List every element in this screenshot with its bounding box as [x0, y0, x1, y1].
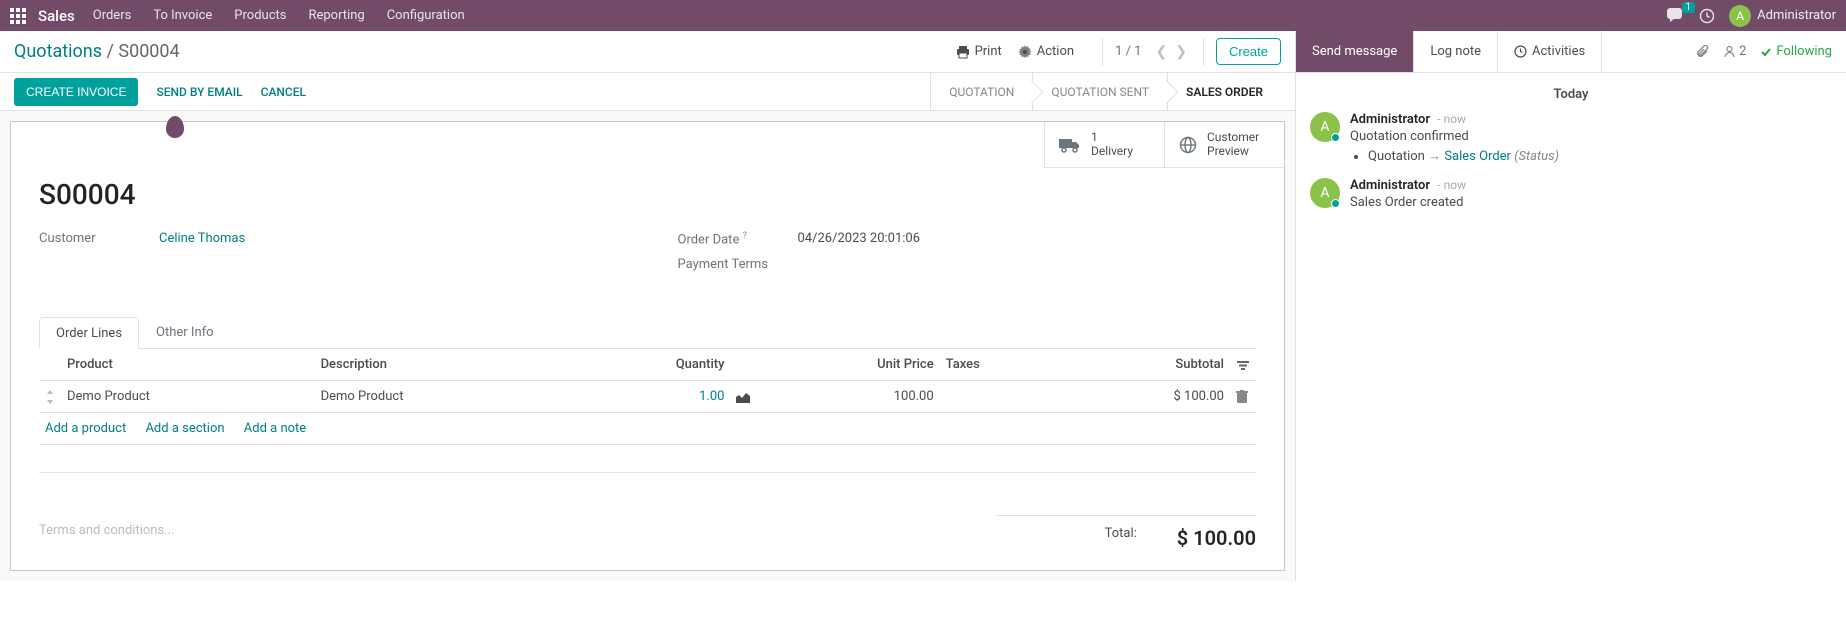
- messaging-icon[interactable]: 1: [1667, 8, 1685, 24]
- col-subtotal[interactable]: Subtotal: [1063, 349, 1230, 381]
- message-time: - now: [1437, 178, 1466, 192]
- chatter-message: A Administrator - now Quotation confirme…: [1310, 112, 1832, 164]
- user-menu[interactable]: A Administrator: [1729, 5, 1836, 27]
- clock-icon: [1514, 45, 1527, 58]
- log-note-button[interactable]: Log note: [1414, 31, 1498, 72]
- col-quantity[interactable]: Quantity: [568, 349, 730, 381]
- add-product-link[interactable]: Add a product: [45, 421, 126, 436]
- order-title: S00004: [39, 178, 1256, 211]
- send-by-email-button[interactable]: SEND BY EMAIL: [156, 85, 242, 99]
- chatter-day: Today: [1310, 87, 1832, 102]
- cancel-button[interactable]: CANCEL: [261, 85, 306, 99]
- app-brand[interactable]: Sales: [38, 7, 75, 25]
- order-date-value: 04/26/2023 20:01:06: [798, 231, 921, 247]
- payment-terms-label: Payment Terms: [678, 257, 798, 272]
- message-author[interactable]: Administrator: [1350, 112, 1430, 127]
- total-label: Total:: [1105, 526, 1137, 550]
- customer-label: Customer: [39, 231, 159, 246]
- print-icon: [956, 45, 970, 59]
- cell-quantity[interactable]: 1.00: [699, 389, 724, 404]
- add-section-link[interactable]: Add a section: [145, 421, 224, 436]
- status-quotation-sent[interactable]: QUOTATION SENT: [1032, 73, 1167, 111]
- tracking-link[interactable]: Sales Order: [1444, 149, 1511, 164]
- apps-icon[interactable]: [10, 8, 26, 24]
- check-icon: [1760, 46, 1772, 58]
- col-product[interactable]: Product: [61, 349, 315, 381]
- cell-unit-price[interactable]: 100.00: [756, 381, 939, 413]
- customer-value[interactable]: Celine Thomas: [159, 231, 245, 246]
- terms-input[interactable]: Terms and conditions...: [39, 515, 996, 538]
- pager[interactable]: 1 / 1: [1115, 44, 1141, 59]
- message-author[interactable]: Administrator: [1350, 178, 1430, 193]
- message-body: Quotation confirmed: [1350, 129, 1559, 144]
- create-invoice-button[interactable]: CREATE INVOICE: [14, 78, 138, 106]
- avatar: A: [1310, 112, 1340, 142]
- print-button[interactable]: Print: [956, 44, 1002, 59]
- cell-description[interactable]: Demo Product: [315, 381, 569, 413]
- status-quotation[interactable]: QUOTATION: [930, 73, 1032, 111]
- message-body: Sales Order created: [1350, 195, 1466, 210]
- order-date-label: Order Date ?: [678, 231, 798, 247]
- nav-to-invoice[interactable]: To Invoice: [153, 8, 212, 23]
- breadcrumb-root[interactable]: Quotations: [14, 41, 102, 62]
- chatter-message: A Administrator - now Sales Order create…: [1310, 178, 1832, 210]
- user-name: Administrator: [1757, 8, 1836, 23]
- globe-icon: [1179, 134, 1197, 155]
- add-note-link[interactable]: Add a note: [244, 421, 306, 436]
- forecast-icon[interactable]: [730, 381, 756, 413]
- total-value: $ 100.00: [1177, 526, 1256, 550]
- col-unit-price[interactable]: Unit Price: [756, 349, 939, 381]
- pager-next-icon[interactable]: ❯: [1171, 44, 1191, 60]
- user-avatar: A: [1729, 5, 1751, 27]
- delivery-stat-button[interactable]: 1Delivery: [1044, 122, 1164, 168]
- table-row[interactable]: Demo Product Demo Product 1.00 100.00 $ …: [39, 381, 1256, 413]
- tab-other-info[interactable]: Other Info: [139, 316, 231, 348]
- attachment-icon[interactable]: [1695, 44, 1709, 59]
- followers-button[interactable]: 2: [1723, 44, 1746, 59]
- message-time: - now: [1437, 112, 1466, 126]
- action-button[interactable]: Action: [1018, 44, 1074, 59]
- status-sales-order[interactable]: SALES ORDER: [1167, 73, 1281, 111]
- columns-options-icon[interactable]: [1230, 349, 1256, 381]
- nav-products[interactable]: Products: [234, 8, 286, 23]
- avatar: A: [1310, 178, 1340, 208]
- following-button[interactable]: Following: [1760, 44, 1832, 59]
- col-description[interactable]: Description: [315, 349, 569, 381]
- breadcrumb: Quotations / S00004: [14, 41, 180, 62]
- activities-button[interactable]: Activities: [1498, 31, 1602, 72]
- gear-icon: [1018, 45, 1032, 59]
- customer-preview-button[interactable]: CustomerPreview: [1164, 122, 1284, 168]
- send-message-button[interactable]: Send message: [1296, 31, 1414, 72]
- breadcrumb-current: S00004: [118, 41, 179, 62]
- pager-prev-icon[interactable]: ❮: [1152, 44, 1172, 60]
- cell-subtotal: $ 100.00: [1063, 381, 1230, 413]
- nav-configuration[interactable]: Configuration: [387, 8, 465, 23]
- followers-icon: [1723, 45, 1736, 58]
- create-button[interactable]: Create: [1216, 38, 1281, 65]
- drag-handle-icon[interactable]: [39, 381, 61, 413]
- status-bar: QUOTATION QUOTATION SENT SALES ORDER: [930, 73, 1281, 111]
- nav-orders[interactable]: Orders: [93, 8, 132, 23]
- tab-order-lines[interactable]: Order Lines: [39, 317, 139, 349]
- truck-icon: [1059, 134, 1081, 155]
- cell-product[interactable]: Demo Product: [61, 381, 315, 413]
- delete-row-icon[interactable]: [1230, 381, 1256, 413]
- messaging-badge: 1: [1682, 2, 1696, 13]
- ribbon-decoration: [166, 116, 184, 138]
- cell-taxes[interactable]: [940, 381, 1063, 413]
- clock-icon[interactable]: [1699, 8, 1715, 24]
- col-taxes[interactable]: Taxes: [940, 349, 1063, 381]
- nav-reporting[interactable]: Reporting: [308, 8, 364, 23]
